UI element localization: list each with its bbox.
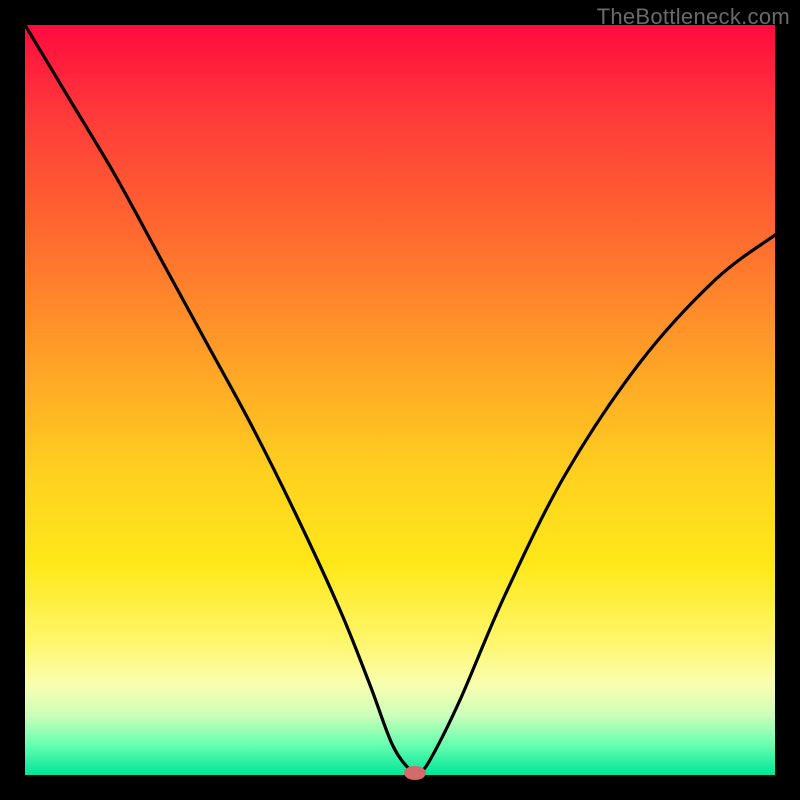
chart-frame: TheBottleneck.com — [0, 0, 800, 800]
plot-area — [25, 25, 775, 775]
bottleneck-curve — [25, 25, 775, 775]
minimum-marker — [405, 767, 425, 779]
